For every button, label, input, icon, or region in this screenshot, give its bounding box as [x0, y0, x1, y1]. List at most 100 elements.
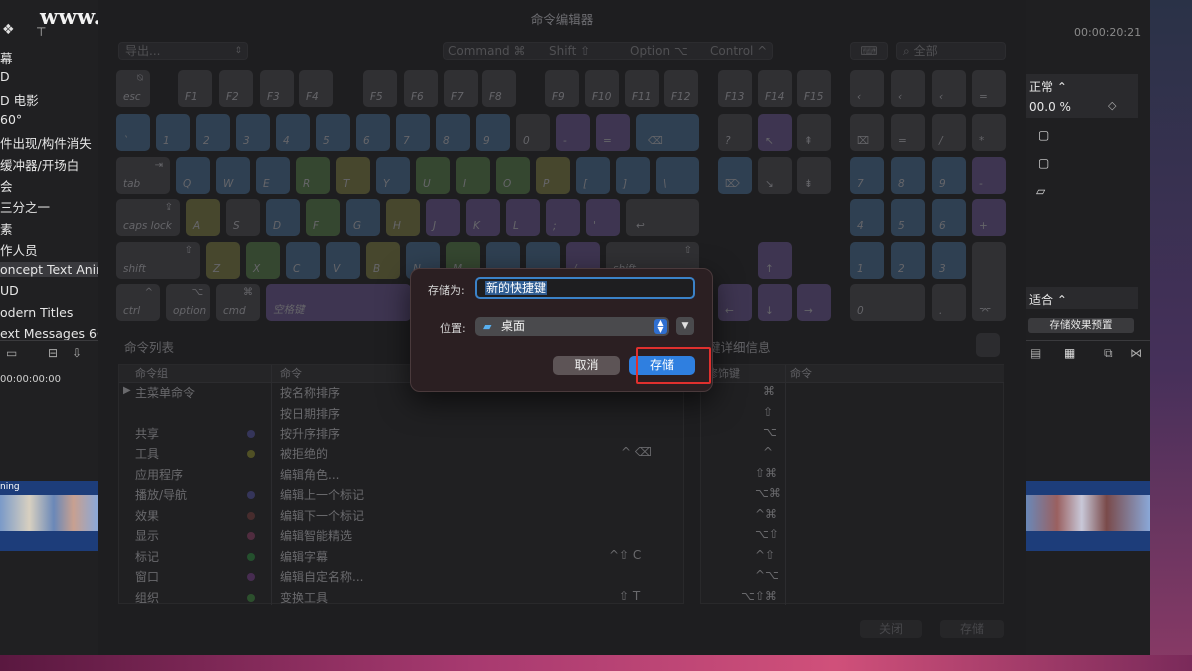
key-f4[interactable]: F4	[299, 70, 333, 107]
modifier-row[interactable]: ^⇧	[755, 548, 775, 562]
close-button[interactable]: 关闭	[860, 620, 922, 638]
key-f7[interactable]: F7	[444, 70, 478, 107]
modifier-row[interactable]: ⇧	[763, 405, 773, 419]
transition-icon[interactable]: ⋈	[1130, 346, 1142, 360]
key-f9[interactable]: F9	[545, 70, 579, 107]
key-s[interactable]: S	[226, 199, 260, 236]
disclosure-triangle-icon[interactable]: ▶	[123, 385, 131, 396]
key-numpad-multiply[interactable]: *	[972, 114, 1006, 151]
library-item[interactable]: D 电影	[0, 90, 39, 109]
key-f6[interactable]: F6	[404, 70, 438, 107]
key-1[interactable]: 1	[156, 114, 190, 151]
key-u[interactable]: U	[416, 157, 450, 194]
key-down-arrow[interactable]: ↓	[758, 284, 792, 321]
modifier-control[interactable]: Control ^	[710, 43, 767, 59]
import-icon[interactable]: ⇩	[72, 346, 82, 360]
modifier-row[interactable]: ^	[763, 445, 773, 459]
modifier-shift[interactable]: Shift ⇧	[549, 43, 590, 59]
key-8[interactable]: 8	[436, 114, 470, 151]
key-f14[interactable]: F14	[758, 70, 792, 107]
key-f12[interactable]: F12	[664, 70, 698, 107]
key-semicolon[interactable]: ;	[546, 199, 580, 236]
clip-view-icon[interactable]: ⊟	[48, 346, 58, 360]
opacity-row[interactable]: 00.0 % ◇	[1026, 96, 1138, 118]
group-item[interactable]: 显示	[135, 527, 159, 544]
key-help[interactable]: ?	[718, 114, 752, 151]
key-option[interactable]: ⌥ option	[166, 284, 210, 321]
expand-button[interactable]: ▼	[676, 317, 694, 335]
group-item[interactable]: 效果	[135, 507, 159, 524]
library-item[interactable]: 作人员	[0, 240, 38, 259]
key-3[interactable]: 3	[236, 114, 270, 151]
key-space[interactable]: 空格键	[266, 284, 411, 321]
command-row[interactable]: 按名称排序	[280, 384, 340, 401]
key-g[interactable]: G	[346, 199, 380, 236]
key-backslash[interactable]: \	[656, 157, 699, 194]
search-field[interactable]: ⌕ 全部	[896, 42, 1006, 60]
key-delete[interactable]: ⌫	[636, 114, 699, 151]
key-quote[interactable]: '	[586, 199, 620, 236]
keyframe-icon[interactable]: ◇	[1108, 99, 1116, 112]
key-right-bracket[interactable]: ]	[616, 157, 650, 194]
modifier-row[interactable]: ^⌘	[755, 507, 777, 521]
key-numpad-0[interactable]: 0	[850, 284, 925, 321]
column-header-command[interactable]: 命令	[786, 365, 1004, 383]
group-item[interactable]: 共享	[135, 425, 159, 442]
key-z[interactable]: Z	[206, 242, 240, 279]
key-left-bracket[interactable]: [	[576, 157, 610, 194]
command-row[interactable]: 编辑下一个标记	[280, 507, 364, 524]
key-a[interactable]: A	[186, 199, 220, 236]
group-item[interactable]: 工具	[135, 445, 159, 462]
key-numpad-1[interactable]: 1	[850, 242, 884, 279]
key-numpad-enter[interactable]: ⌤	[972, 242, 1006, 321]
library-icon[interactable]: ❖	[2, 22, 15, 38]
key-f11[interactable]: F11	[625, 70, 659, 107]
key-o[interactable]: O	[496, 157, 530, 194]
key-end[interactable]: ↘	[758, 157, 792, 194]
key-y[interactable]: Y	[376, 157, 410, 194]
key-f15[interactable]: F15	[797, 70, 831, 107]
save-as-input[interactable]: 新的快捷键	[475, 277, 695, 299]
blend-mode-select[interactable]: 正常 ⌃	[1029, 78, 1067, 95]
key-f3[interactable]: F3	[260, 70, 294, 107]
opacity-value[interactable]: 00.0 %	[1029, 100, 1071, 114]
key-numpad-3[interactable]: 3	[932, 242, 966, 279]
command-row[interactable]: 变换工具	[280, 589, 328, 606]
key-b[interactable]: B	[366, 242, 400, 279]
key-cmd[interactable]: ⌘ cmd	[216, 284, 260, 321]
key-numpad-blank[interactable]: ‹	[932, 70, 966, 107]
key-6[interactable]: 6	[356, 114, 390, 151]
save-effect-preset-button[interactable]: 存储效果预置	[1028, 318, 1134, 333]
key-right-arrow[interactable]: →	[797, 284, 831, 321]
group-item[interactable]: 窗口	[135, 568, 159, 585]
key-up-arrow[interactable]: ↑	[758, 242, 792, 279]
key-q[interactable]: Q	[176, 157, 210, 194]
key-f8[interactable]: F8	[482, 70, 516, 107]
filmstrip-icon[interactable]: ▦	[1064, 346, 1075, 360]
audio-meter-icon[interactable]: ▤	[1030, 346, 1041, 360]
transform-icon[interactable]: ▢	[1038, 128, 1049, 142]
modifier-row[interactable]: ⌥	[763, 425, 777, 439]
key-x[interactable]: X	[246, 242, 280, 279]
key-home[interactable]: ↖	[758, 114, 792, 151]
column-header-modifier[interactable]: 修饰键	[701, 365, 785, 383]
key-v[interactable]: V	[326, 242, 360, 279]
grid-icon[interactable]: ▭	[6, 346, 17, 360]
key-f5[interactable]: F5	[363, 70, 397, 107]
key-numpad-blank[interactable]: ‹	[850, 70, 884, 107]
library-item[interactable]: UD	[0, 283, 19, 298]
library-item[interactable]: odern Titles	[0, 305, 73, 320]
key-minus[interactable]: -	[556, 114, 590, 151]
key-numpad-blank[interactable]: =	[972, 70, 1006, 107]
key-numpad-minus[interactable]: -	[972, 157, 1006, 194]
key-numpad-5[interactable]: 5	[891, 199, 925, 236]
export-dropdown[interactable]: 导出... ⇕	[118, 42, 248, 60]
key-p[interactable]: P	[536, 157, 570, 194]
fit-row[interactable]: 适合 ⌃	[1026, 287, 1138, 309]
key-numpad-clear[interactable]: ⌧	[850, 114, 884, 151]
timeline-clip[interactable]	[1026, 481, 1150, 551]
key-numpad-4[interactable]: 4	[850, 199, 884, 236]
group-item[interactable]: 应用程序	[135, 466, 183, 483]
key-j[interactable]: J	[426, 199, 460, 236]
command-row[interactable]: 按日期排序	[280, 405, 340, 422]
